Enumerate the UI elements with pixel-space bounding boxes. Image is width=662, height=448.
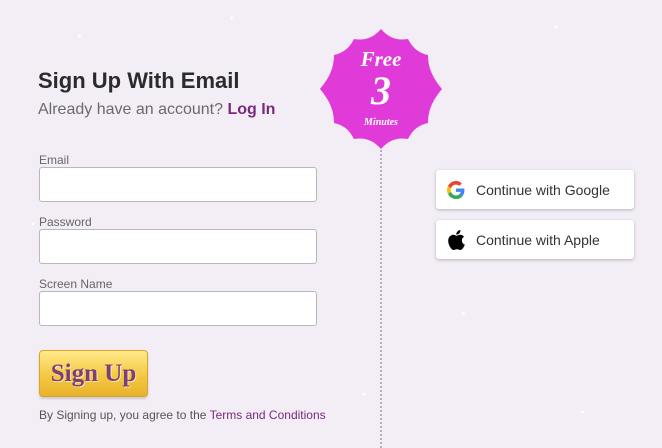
login-prompt: Already have an account? Log In [38,101,275,119]
sign-up-button[interactable]: Sign Up [39,350,148,397]
terms-text: By Signing up, you agree to the [39,408,210,422]
continue-with-google-button[interactable]: Continue with Google [436,170,634,209]
email-field[interactable] [39,167,317,202]
google-button-label: Continue with Google [476,181,610,198]
terms-link[interactable]: Terms and Conditions [210,408,326,422]
password-field[interactable] [39,229,317,264]
screen-name-field[interactable] [39,291,317,326]
login-link[interactable]: Log In [227,101,275,118]
page-title: Sign Up With Email [38,68,240,93]
google-icon [446,180,466,200]
badge-minutes-text: Minutes [364,117,398,128]
terms-notice: By Signing up, you agree to the Terms an… [39,408,326,422]
continue-with-apple-button[interactable]: Continue with Apple [436,220,634,259]
login-prompt-text: Already have an account? [38,101,228,118]
password-label: Password [39,215,92,229]
badge-number: 3 [371,68,391,113]
email-label: Email [39,153,70,167]
apple-button-label: Continue with Apple [476,231,600,248]
screen-name-label: Screen Name [39,277,113,291]
free-minutes-badge: Free 3 Minutes [318,27,444,151]
apple-icon [446,229,466,250]
vertical-divider [380,150,382,448]
